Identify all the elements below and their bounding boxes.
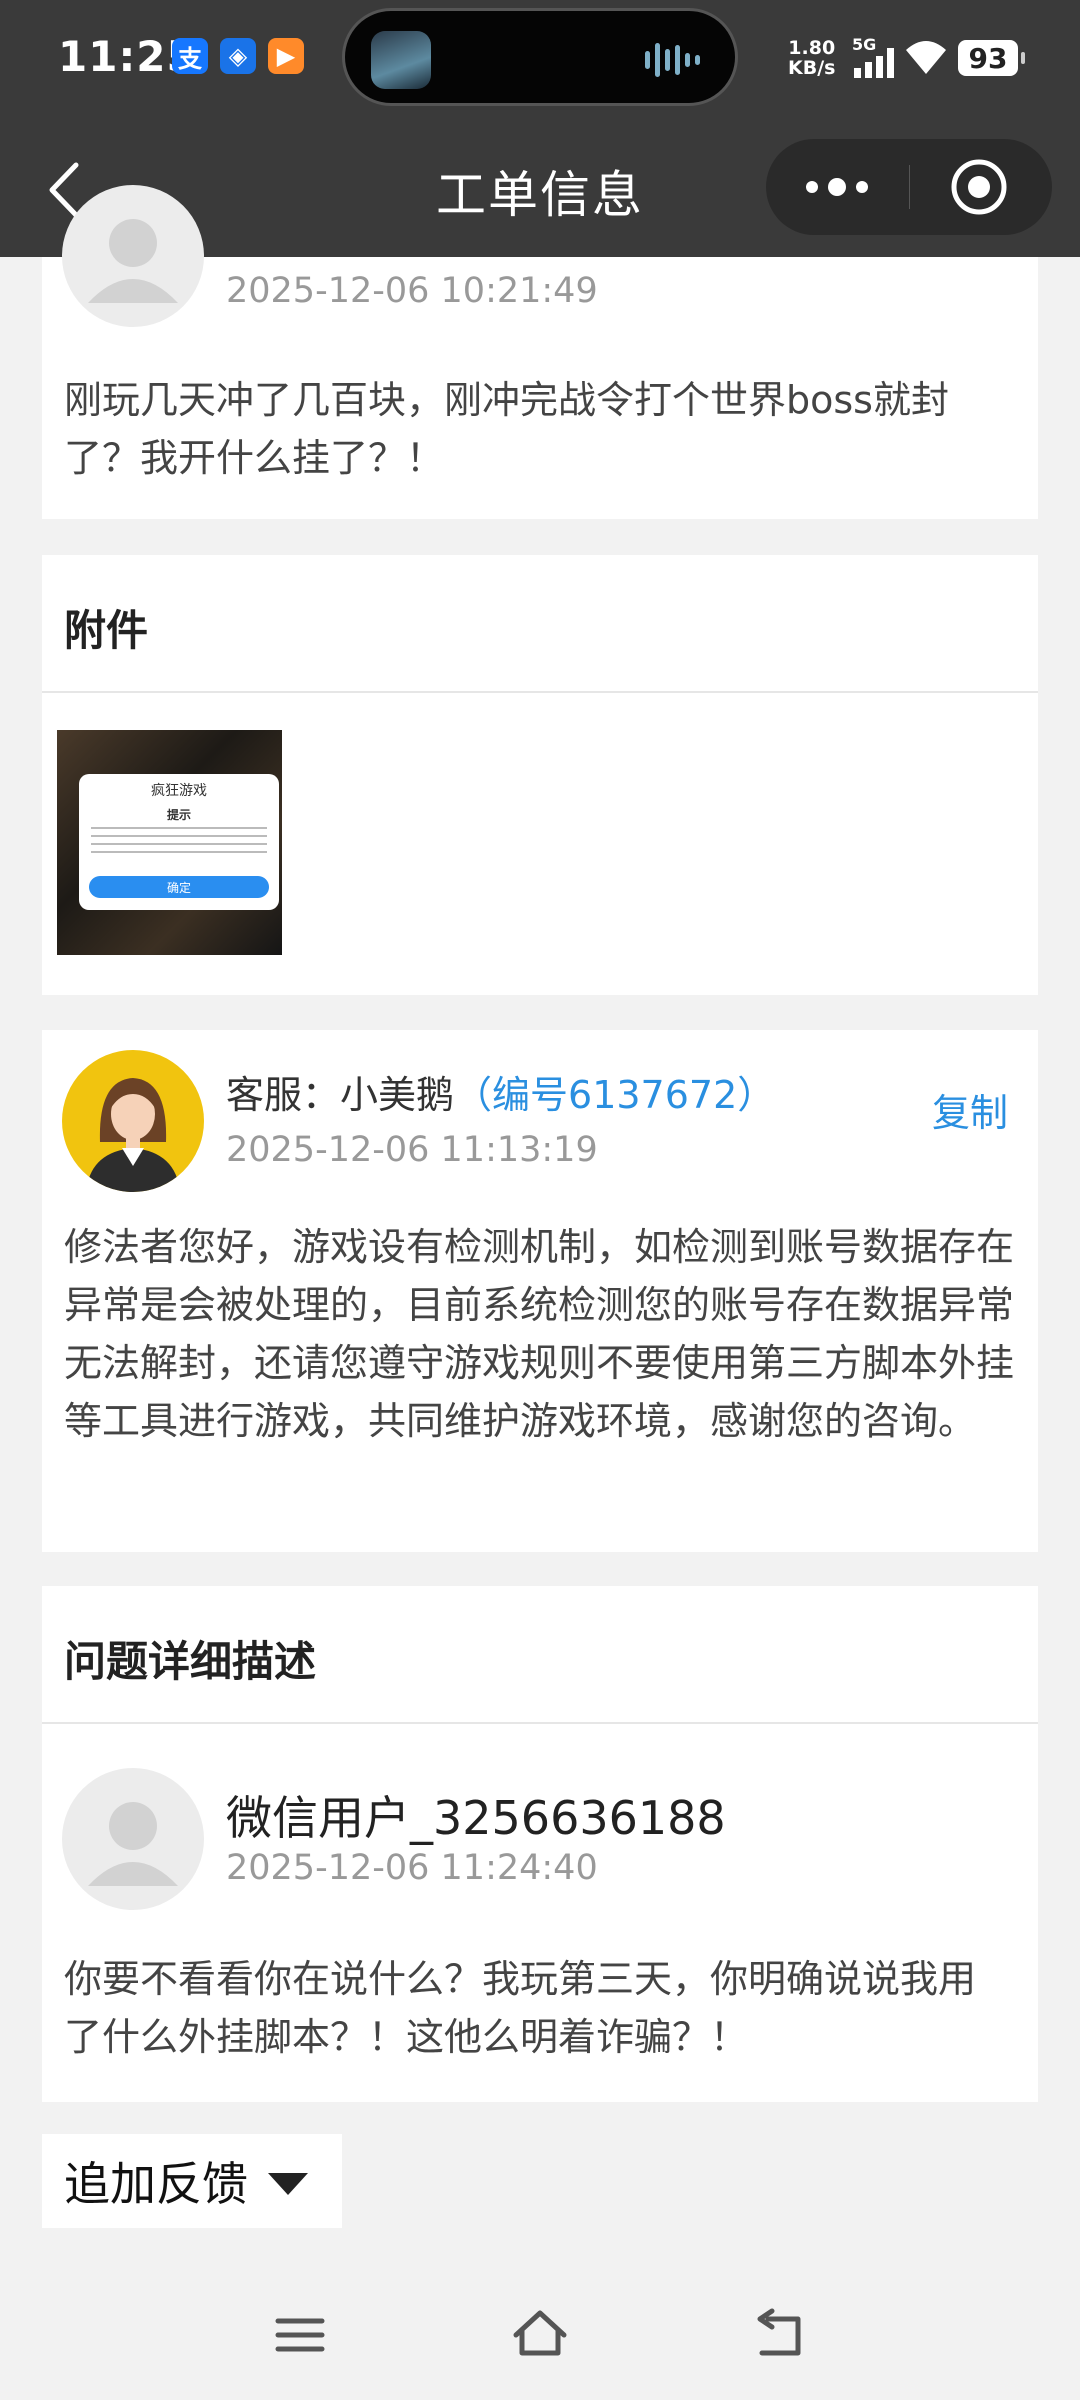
media-thumbnail (371, 31, 431, 89)
caret-down-icon (268, 2173, 308, 2195)
agent-reply-timestamp: 2025-12-06 11:13:19 (226, 1130, 598, 1170)
video-app-icon: ▶ (268, 38, 304, 74)
cellular-signal-icon: 5G (852, 35, 894, 78)
message-timestamp: 2025-12-06 10:21:49 (226, 271, 598, 311)
battery-icon: 93 (958, 40, 1025, 76)
menu-icon[interactable] (270, 2305, 330, 2365)
problem-timestamp: 2025-12-06 11:24:40 (226, 1848, 598, 1888)
thumb-text-lines (91, 824, 267, 856)
miniprogram-capsule (766, 139, 1052, 235)
thumb-confirm-button: 确定 (89, 876, 269, 898)
back-icon[interactable] (750, 2305, 810, 2365)
system-nav-bar (0, 2260, 1080, 2400)
dynamic-island[interactable] (342, 8, 738, 106)
thumb-dialog: 疯狂游戏 提示 确定 (79, 774, 279, 910)
svg-text:5G: 5G (852, 35, 876, 54)
divider (42, 1722, 1038, 1724)
agent-name: 客服：小美鹅 (226, 1073, 455, 1117)
agent-portrait-icon (86, 1078, 180, 1192)
agent-reply-content: 修法者您好，游戏设有检测机制，如检测到账号数据存在异常是会被处理的，目前系统检测… (64, 1225, 1015, 1443)
more-options-icon[interactable] (766, 139, 909, 235)
problem-content: 你要不看看你在说什么？我玩第三天，你明确说说我用了什么外挂脚本？！这他么明着诈骗… (64, 1957, 977, 2059)
alipay-icon: 支 (172, 38, 208, 74)
attachment-thumbnail[interactable]: 疯狂游戏 提示 确定 (57, 730, 282, 955)
status-bar: 11:25 支 ◈ ▶ 1.80 KB/s 5G 93 (0, 0, 1080, 125)
blue-app-icon: ◈ (220, 38, 256, 74)
net-speed-unit: KB/s (788, 57, 836, 79)
close-miniprogram-icon[interactable] (909, 139, 1052, 235)
default-avatar-icon (88, 1802, 178, 1886)
agent-name-line: 客服：小美鹅（编号6137672） (226, 1064, 775, 1119)
copy-button[interactable]: 复制 (932, 1082, 1008, 1137)
attachments-heading: 附件 (64, 606, 149, 655)
add-feedback-label: 追加反馈 (64, 2157, 248, 2211)
net-speed: 1.80 KB/s (788, 38, 835, 78)
audio-wave-icon (645, 43, 700, 77)
default-avatar-icon (88, 219, 178, 303)
user-avatar (62, 1768, 204, 1910)
problem-detail-heading: 问题详细描述 (64, 1637, 317, 1686)
agent-avatar (62, 1050, 204, 1192)
thumb-logo: 疯狂游戏 (151, 783, 207, 799)
thumb-title: 提示 (166, 808, 191, 822)
add-feedback-button[interactable]: 追加反馈 (42, 2134, 342, 2228)
user-avatar (62, 185, 204, 327)
net-speed-value: 1.80 (788, 37, 836, 59)
divider (42, 691, 1038, 693)
agent-id: （编号6137672） (454, 1073, 776, 1117)
user-name: 微信用户_3256636188 (226, 1791, 726, 1845)
message-card-initial: 2025-12-06 10:21:49 刚玩几天冲了几百块，刚冲完战令打个世界b… (42, 185, 1038, 519)
wifi-icon (906, 41, 946, 74)
message-content: 刚玩几天冲了几百块，刚冲完战令打个世界boss就封了？我开什么挂了？！ (64, 378, 949, 480)
home-icon[interactable] (510, 2305, 570, 2365)
